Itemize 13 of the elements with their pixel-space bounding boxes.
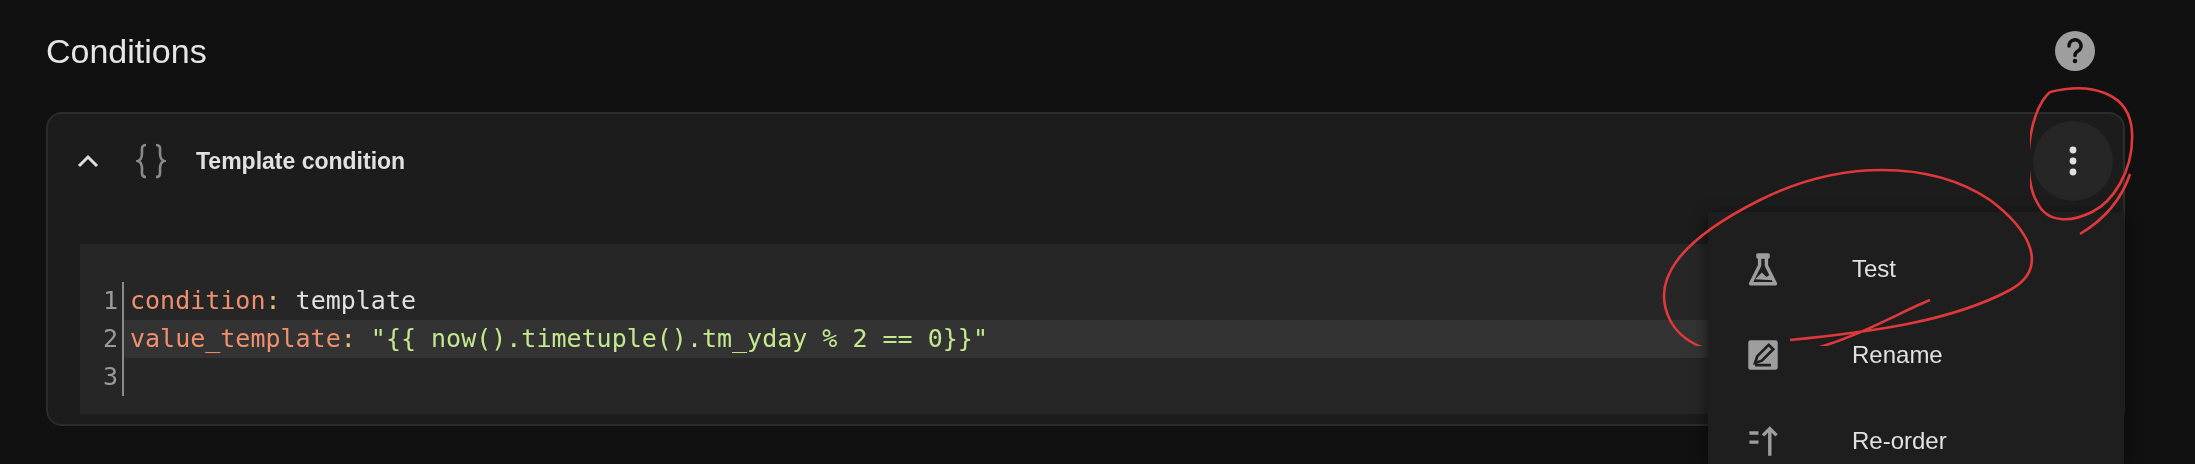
condition-title: Template condition xyxy=(196,147,406,175)
more-button[interactable] xyxy=(2033,121,2113,201)
code-line: condition: template xyxy=(129,285,417,317)
section-title: Conditions xyxy=(46,31,207,71)
line-number: 1 xyxy=(80,282,124,320)
edit-icon xyxy=(1746,338,1780,372)
chevron-icon[interactable] xyxy=(76,153,100,169)
more-icon xyxy=(2069,146,2077,176)
line-number: 3 xyxy=(80,358,124,396)
braces-icon xyxy=(136,142,166,180)
reorder-icon xyxy=(1746,424,1780,458)
help-icon[interactable] xyxy=(2055,31,2095,71)
flask-icon xyxy=(1746,252,1780,286)
